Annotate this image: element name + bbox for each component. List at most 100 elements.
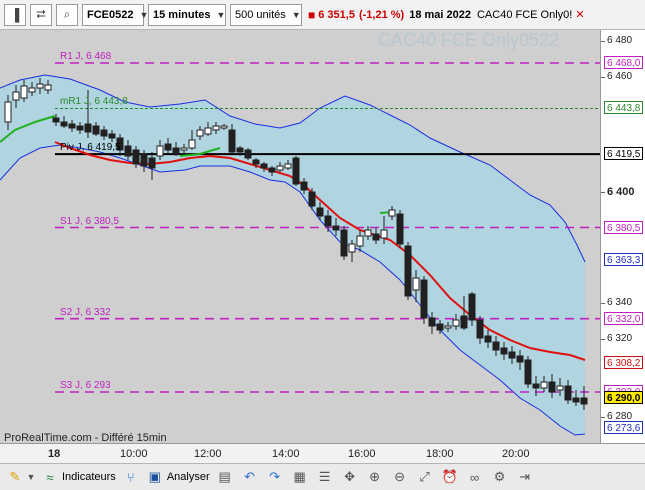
indicators-icon: ≈ [46, 469, 54, 485]
price-tick-label: 6 320 [607, 333, 633, 344]
time-label: 14:00 [272, 448, 300, 460]
units-value: 500 unités [235, 8, 286, 21]
scroll-right-icon[interactable]: ⇥ [515, 467, 535, 487]
level-badge-mr1-j: 6 443,8 [604, 101, 644, 115]
candle-body [468, 293, 476, 321]
chevron-down-icon: ▼ [216, 9, 226, 20]
pivot-label-mr1-j: mR1 J, 6 443,8 [60, 96, 128, 108]
price-tick-mark [601, 339, 605, 340]
pivot-label-s3-j: S3 J, 6 293 [60, 380, 111, 391]
pivot-label-r1-j: R1 J, 6 468 [60, 51, 112, 62]
candle-body [252, 159, 260, 165]
time-axis[interactable]: 18 10:00 12:00 14:00 16:00 18:00 20:00 [0, 443, 645, 463]
price-tick-mark [601, 77, 605, 78]
candle-body [476, 319, 484, 339]
candle-body [412, 277, 420, 291]
candle-body [364, 229, 372, 237]
candle-body [348, 243, 356, 253]
candle-body [60, 121, 68, 127]
pencil-icon[interactable]: ✎ [5, 467, 25, 487]
candle-body [28, 87, 36, 93]
time-label: 12:00 [194, 448, 222, 460]
candle-body [124, 145, 132, 157]
indicators-button[interactable]: ≈ Indicateurs [40, 468, 116, 486]
timeframe-value: 15 minutes [153, 8, 211, 21]
price-tick-mark [601, 192, 605, 193]
chart-plot-area[interactable]: CAC40 FCE Only0522 R1 J, 6 468 mR1 J, 6 4… [0, 30, 600, 443]
candle-body [164, 143, 172, 151]
close-icon[interactable]: ✕ [575, 8, 584, 21]
candle-body [44, 84, 52, 91]
candle-body [396, 213, 404, 245]
price-axis[interactable]: 6 480 6 460 6 400 6 340 6 320 6 280 6 468,0 6 4… [600, 30, 645, 443]
layers-icon[interactable]: ☰ [315, 467, 335, 487]
candle-body [436, 323, 444, 331]
units-selector[interactable]: 500 unités ▼ [230, 3, 302, 26]
analyse-label: Analyser [166, 471, 210, 483]
candle-body [492, 341, 500, 351]
candle-body [204, 127, 212, 135]
candle-body [172, 147, 180, 155]
pivot-label-piv-j: Piv J, 6 419,5 [60, 142, 121, 154]
chevron-down-icon[interactable]: ▼ [26, 467, 36, 487]
price-date: 18 mai 2022 [409, 8, 471, 21]
candle-body [580, 397, 588, 405]
chart-toolbar: ▐ ⮂ ⌕ FCE0522 ▼ 15 minutes ▼ 500 unités ▼ ■… [0, 0, 645, 30]
drawing-tools-icon[interactable]: ⮂ [30, 3, 52, 26]
zoom-out-icon[interactable]: ⊖ [390, 467, 410, 487]
price-tick-mark [601, 417, 605, 418]
candle-body [268, 167, 276, 173]
screenshot-icon[interactable]: ▤ [215, 467, 235, 487]
candle-body [156, 145, 164, 157]
candle-body [12, 91, 20, 101]
time-label: 16:00 [348, 448, 376, 460]
price-badge: 6 308,2 [604, 356, 644, 370]
candle-body [452, 319, 460, 327]
candle-body [564, 385, 572, 401]
price-badge: 6 273,6 [604, 421, 644, 435]
share-icon[interactable]: ⑂ [121, 467, 141, 487]
candle-body [428, 317, 436, 327]
instrument-selector[interactable]: FCE0522 ▼ [82, 3, 148, 26]
candle-body [572, 397, 580, 403]
candle-body [292, 157, 300, 185]
level-badge-s1-j: 6 380,5 [604, 220, 644, 234]
candle-body [332, 225, 340, 231]
undo-icon[interactable]: ↶ [240, 467, 260, 487]
candle-body [148, 157, 156, 169]
candle-body [276, 165, 284, 171]
candle-body [284, 163, 292, 169]
settings-icon[interactable]: ⚙ [490, 467, 510, 487]
analyse-button[interactable]: ▣ Analyser [145, 468, 210, 486]
candle-body [36, 83, 44, 89]
price-tick-label: 6 280 [607, 411, 633, 422]
timeframe-selector[interactable]: 15 minutes ▼ [148, 3, 226, 26]
candle-body [100, 129, 108, 137]
fit-icon[interactable]: ⤢ [415, 467, 435, 487]
drag-icon[interactable]: ✥ [340, 467, 360, 487]
time-label: 20:00 [502, 448, 530, 460]
candle-body [500, 347, 508, 355]
candle-body [372, 233, 380, 241]
pivot-label-s2-j: S2 J, 6 332 [60, 306, 111, 318]
candle-body [508, 351, 516, 359]
price-tick-label: 6 400 [607, 186, 635, 198]
candle-body [196, 129, 204, 137]
link-icon[interactable]: ∞ [465, 467, 485, 487]
indicators-label: Indicateurs [62, 471, 116, 483]
candle-body [92, 125, 100, 135]
candle-body [140, 153, 148, 167]
zoom-icon[interactable]: ⌕ [56, 3, 78, 26]
grid-icon[interactable]: ▦ [290, 467, 310, 487]
price-badge: 6 363,3 [604, 252, 644, 266]
alert-icon[interactable]: ⏰ [440, 467, 460, 487]
price-tick-label: 6 480 [607, 35, 633, 46]
price-badge: 6 290,0 [604, 390, 644, 404]
candle-body [260, 163, 268, 169]
bottom-toolbar: ✎ ▼ ≈ Indicateurs ⑂ ▣ Analyser ▤ ↶ ↷ ▦ ☰ ✥… [0, 463, 645, 490]
pivot-label-s1-j: S1 J, 6 380,5 [60, 215, 119, 227]
redo-icon[interactable]: ↷ [265, 467, 285, 487]
chevron-down-icon: ▼ [291, 9, 301, 20]
zoom-in-icon[interactable]: ⊕ [365, 467, 385, 487]
chart-type-icon[interactable]: ▐ [4, 3, 26, 26]
